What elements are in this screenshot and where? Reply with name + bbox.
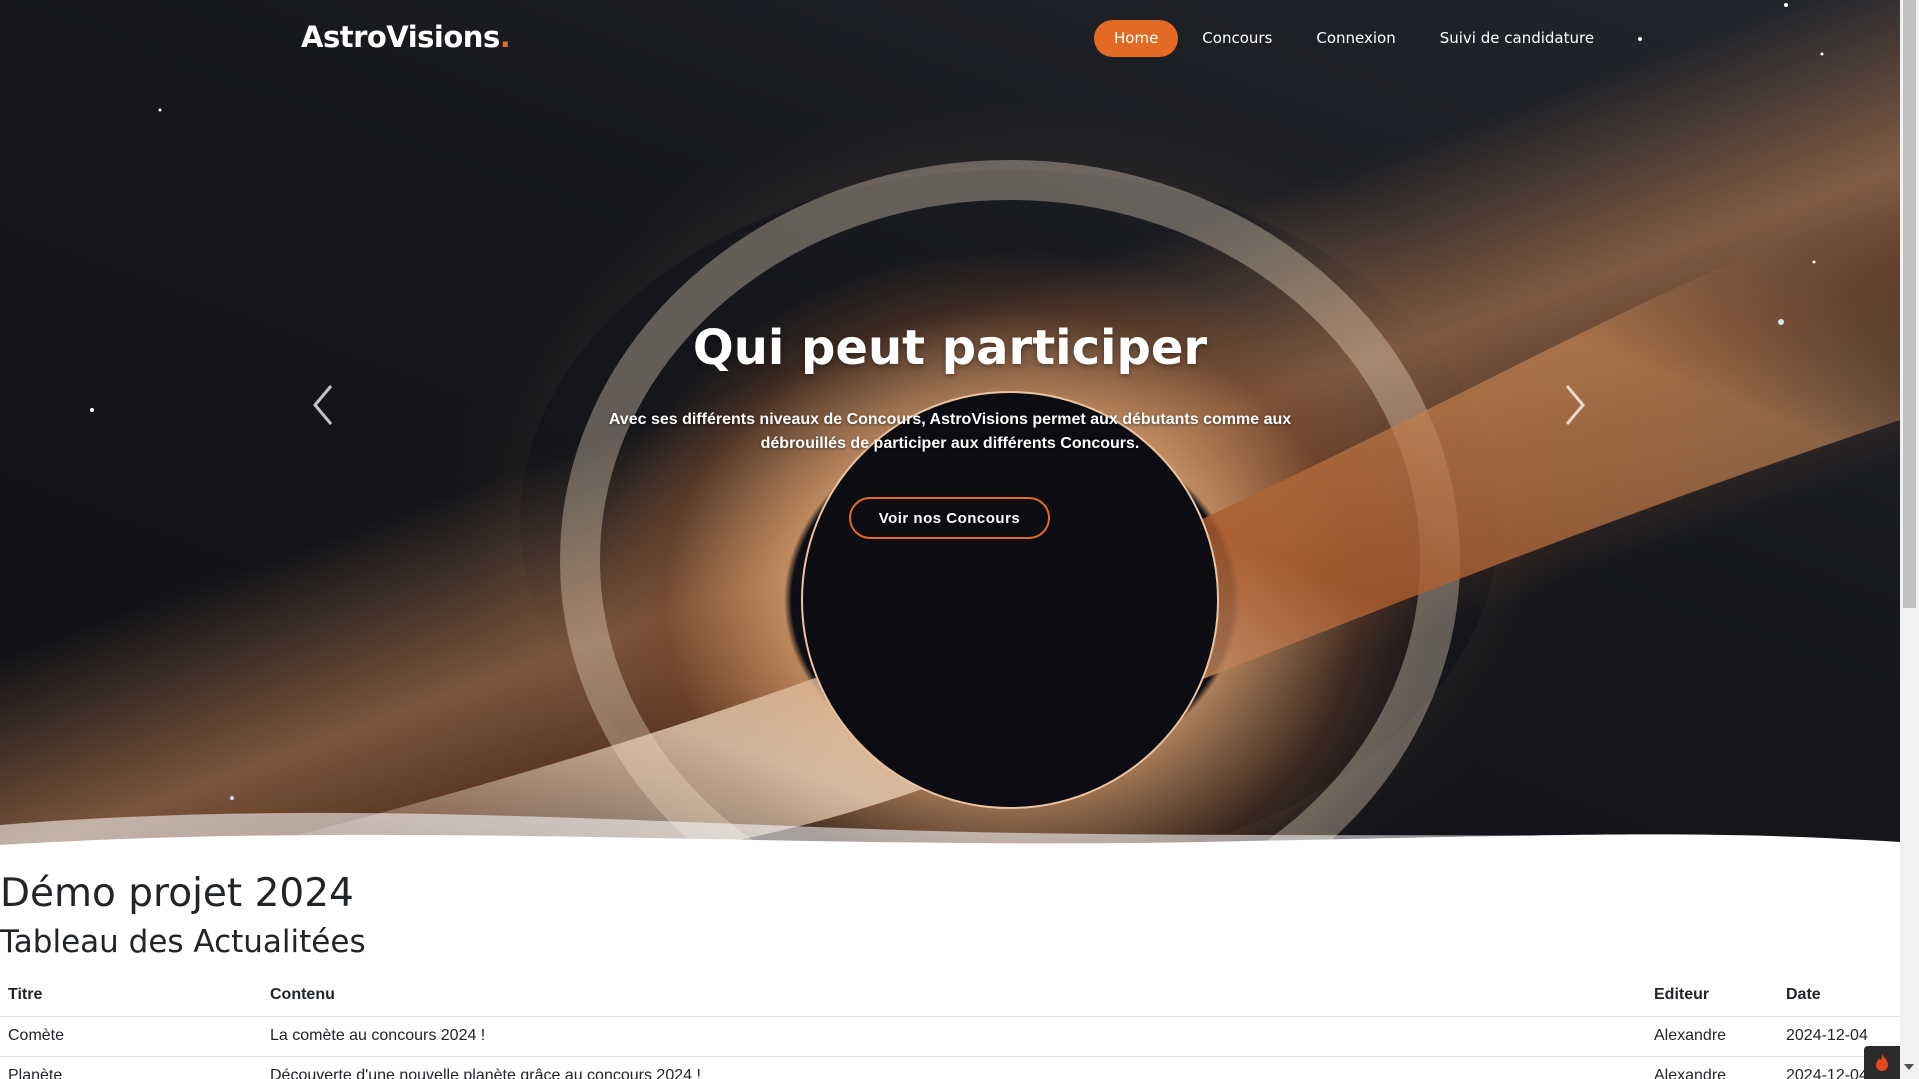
cell-editeur: Alexandre: [1646, 1016, 1778, 1057]
main-content: Démo projet 2024 Tableau des Actualitées…: [0, 870, 1900, 1079]
cell-editeur: Alexandre: [1646, 1056, 1778, 1079]
hero-description: Avec ses différents niveaux de Concours,…: [608, 411, 1292, 452]
floating-action-button[interactable]: [1864, 1046, 1900, 1079]
nav-item-connexion[interactable]: Connexion: [1296, 20, 1415, 57]
section-title: Tableau des Actualitées: [0, 924, 366, 960]
nav-item-concours[interactable]: Concours: [1182, 20, 1292, 57]
column-header-contenu: Contenu: [262, 974, 1646, 1017]
voir-concours-button[interactable]: Voir nos Concours: [849, 497, 1050, 539]
column-header-date: Date: [1778, 974, 1900, 1017]
brand-logo[interactable]: AstroVisions.: [301, 20, 511, 54]
cell-titre: Planète: [0, 1056, 262, 1079]
nav-item-home[interactable]: Home: [1094, 20, 1179, 57]
main-nav: Home Concours Connexion Suivi de candida…: [1094, 20, 1643, 57]
cell-contenu: Découverte d'une nouvelle planète grâce …: [262, 1056, 1646, 1079]
table-header-row: Titre Contenu Editeur Date: [0, 974, 1900, 1017]
scroll-down-arrow-icon[interactable]: [1904, 1064, 1914, 1070]
cell-contenu: La comète au concours 2024 !: [262, 1016, 1646, 1057]
news-table: Titre Contenu Editeur Date Comète La com…: [0, 974, 1900, 1079]
hero-carousel: AstroVisions. Home Concours Connexion Su…: [0, 0, 1900, 870]
cell-titre: Comète: [0, 1016, 262, 1057]
nav-item-suivi-candidature[interactable]: Suivi de candidature: [1420, 20, 1614, 57]
carousel-prev-button[interactable]: [307, 380, 337, 430]
table-row: Comète La comète au concours 2024 ! Alex…: [0, 1016, 1900, 1057]
carousel-next-button[interactable]: [1561, 380, 1591, 430]
brand-dot: .: [499, 20, 511, 54]
hero-title: Qui peut participer: [692, 320, 1208, 376]
column-header-editeur: Editeur: [1646, 974, 1778, 1017]
scrollbar-thumb[interactable]: [1903, 0, 1916, 608]
page-title: Démo projet 2024: [0, 871, 354, 916]
page-scrollbar[interactable]: [1900, 0, 1919, 1079]
flame-icon: [1876, 1053, 1888, 1071]
chevron-left-icon: [313, 385, 333, 425]
chevron-right-icon: [1565, 385, 1585, 425]
nav-decoration-dot: [1638, 36, 1643, 41]
hero-wave-divider: [0, 812, 1900, 870]
brand-name: AstroVisions: [301, 20, 500, 54]
column-header-titre: Titre: [0, 974, 262, 1017]
table-row: Planète Découverte d'une nouvelle planèt…: [0, 1056, 1900, 1079]
